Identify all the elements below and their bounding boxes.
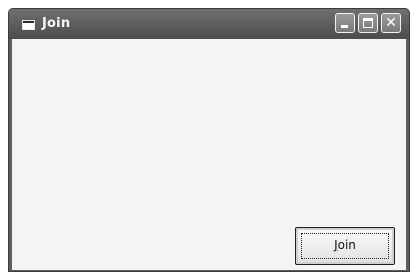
close-icon: ✕ <box>385 15 397 31</box>
join-window: Join ✕ Join <box>8 8 410 272</box>
form-window-icon[interactable] <box>22 20 35 30</box>
form-client-area: Join <box>12 39 406 270</box>
maximize-button[interactable] <box>358 13 378 33</box>
maximize-icon <box>363 18 373 28</box>
window-title: Join <box>42 16 71 31</box>
join-button-label-rest: oin <box>337 238 356 252</box>
join-button-label: Join <box>296 238 394 252</box>
title-bar[interactable]: Join ✕ <box>9 9 409 39</box>
close-button[interactable]: ✕ <box>381 13 401 33</box>
minimize-button[interactable] <box>335 13 355 33</box>
join-button[interactable]: Join <box>295 227 395 265</box>
minimize-icon <box>341 25 348 28</box>
